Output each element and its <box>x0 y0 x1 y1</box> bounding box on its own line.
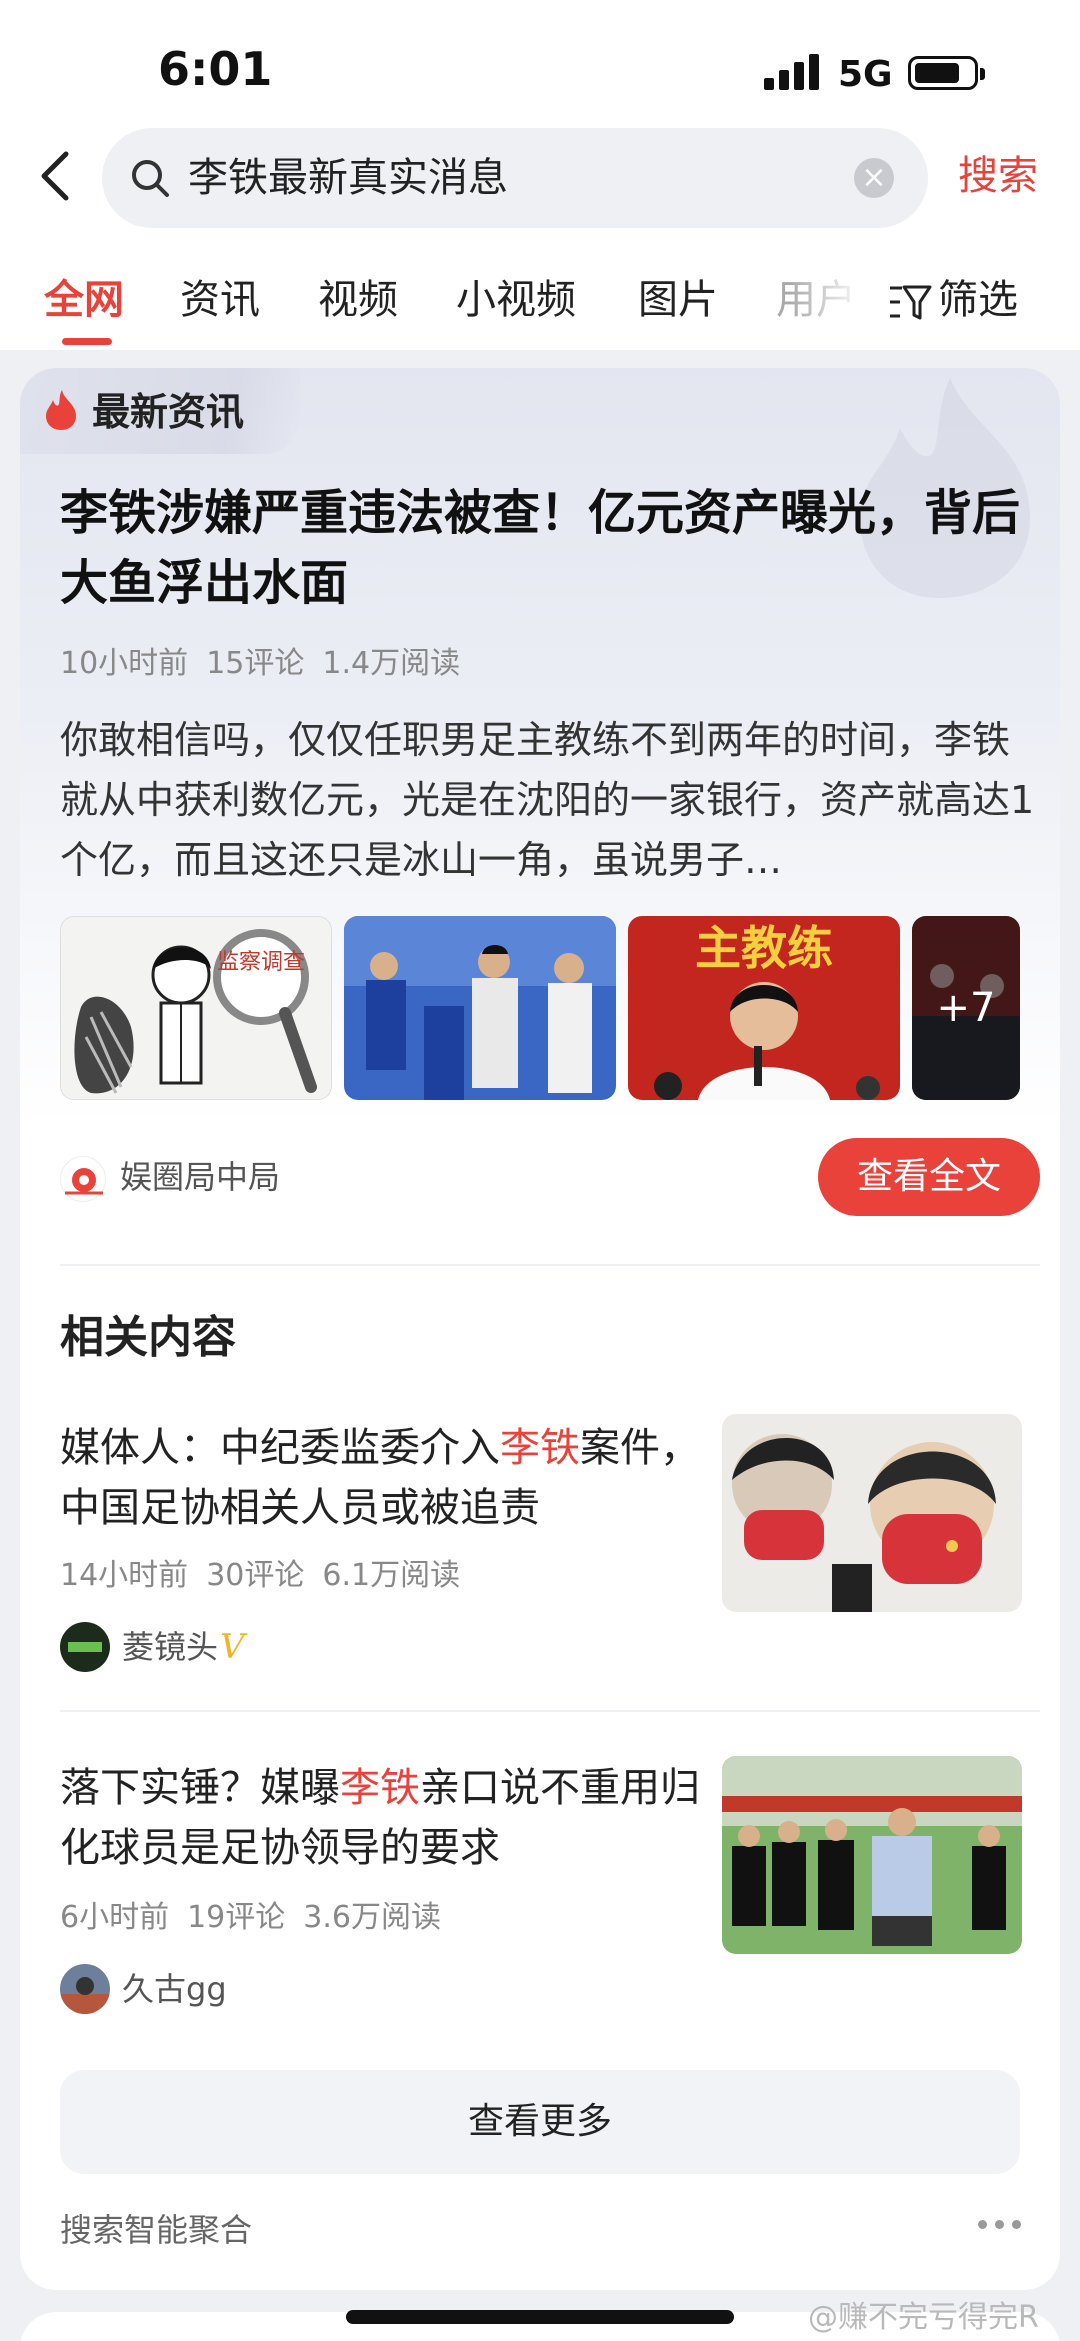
filter-label: 筛选 <box>938 277 1018 323</box>
item-comments: 30评论 <box>206 1558 305 1593</box>
item-comments: 19评论 <box>187 1900 286 1935</box>
item-reads: 3.6万阅读 <box>303 1900 441 1935</box>
source-logo-icon <box>60 1156 106 1202</box>
title-text: 媒体人：中纪委监委介入 <box>60 1425 500 1471</box>
image-caption: 监察调查 <box>217 950 305 975</box>
top-area: 6:01 5G 李铁最新真实消息 × 搜索 全网 资讯 视频 小视频 图片 用户… <box>0 0 1080 350</box>
tabs-fade <box>790 266 880 346</box>
battery-icon <box>908 56 985 90</box>
featured-image-2[interactable] <box>344 916 616 1100</box>
avatar <box>60 1964 110 2014</box>
clear-icon[interactable]: × <box>854 158 894 198</box>
fire-icon <box>46 390 76 430</box>
related-item-1-meta: 14小时前 30评论 6.1万阅读 <box>60 1556 478 1596</box>
tab-images[interactable]: 图片 <box>638 274 718 326</box>
featured-meta: 10小时前 15评论 1.4万阅读 <box>60 644 478 684</box>
related-item-2-meta: 6小时前 19评论 3.6万阅读 <box>60 1898 459 1938</box>
divider <box>60 1710 1040 1712</box>
status-time: 6:01 <box>158 42 273 96</box>
featured-summary[interactable]: 你敢相信吗，仅仅任职男足主教练不到两年的时间，李铁就从中获利数亿元，光是在沈阳的… <box>60 710 1035 890</box>
featured-time: 10小时前 <box>60 646 189 681</box>
featured-image-1[interactable]: 监察调查 <box>60 916 332 1100</box>
status-bar: 6:01 5G <box>0 0 1080 130</box>
result-card: 最新资讯 李铁涉嫌严重违法被查！亿元资产曝光，背后大鱼浮出水面 10小时前 15评… <box>20 368 1060 2290</box>
latest-news-badge: 最新资讯 <box>20 368 300 454</box>
badge-label: 最新资讯 <box>92 390 245 434</box>
avatar <box>60 1622 110 1672</box>
see-more-button[interactable]: 查看更多 <box>60 2070 1020 2174</box>
image-caption: 主教练 <box>695 921 833 975</box>
search-input[interactable]: 李铁最新真实消息 × <box>102 128 928 228</box>
featured-headline[interactable]: 李铁涉嫌严重违法被查！亿元资产曝光，背后大鱼浮出水面 <box>60 478 1020 618</box>
more-options-icon[interactable] <box>978 2220 1022 2232</box>
tab-news[interactable]: 资讯 <box>180 274 260 326</box>
network-type: 5G <box>838 54 893 95</box>
divider <box>60 1264 1040 1266</box>
item-time: 6小时前 <box>60 1900 170 1935</box>
title-text: 落下实锤？媒曝 <box>60 1765 340 1811</box>
tab-video[interactable]: 视频 <box>318 274 398 326</box>
author-name: 久古gg <box>122 1970 227 2008</box>
search-aggregation-label: 搜索智能聚合 <box>60 2211 253 2249</box>
back-icon[interactable] <box>36 146 76 206</box>
search-icon <box>128 156 172 200</box>
filter-button[interactable]: 筛选 <box>888 274 1018 326</box>
featured-image-more[interactable]: +7 <box>912 916 1020 1100</box>
tab-all[interactable]: 全网 <box>44 274 124 326</box>
related-item-2-title[interactable]: 落下实锤？媒曝李铁亲口说不重用归化球员是足协领导的要求 <box>60 1758 720 1878</box>
featured-comments: 15评论 <box>206 646 305 681</box>
featured-image-3[interactable]: 主教练 <box>628 916 900 1100</box>
related-item-1-title[interactable]: 媒体人：中纪委监委介入李铁案件，中国足协相关人员或被追责 <box>60 1418 700 1538</box>
item-time: 14小时前 <box>60 1558 189 1593</box>
keyword-highlight: 李铁 <box>340 1765 420 1811</box>
source-name: 娱圈局中局 <box>120 1158 281 1196</box>
keyword-highlight: 李铁 <box>500 1425 580 1471</box>
related-item-2-image[interactable] <box>722 1756 1022 1954</box>
home-indicator[interactable] <box>346 2310 734 2324</box>
signal-icon <box>764 54 822 90</box>
filter-icon <box>890 285 932 320</box>
featured-image-strip: 监察调查 主教练 +7 <box>60 916 1040 1100</box>
item-reads: 6.1万阅读 <box>322 1558 461 1593</box>
read-full-button[interactable]: 查看全文 <box>818 1138 1040 1216</box>
watermark: @赚不完亏得完R <box>808 2300 1039 2335</box>
search-button[interactable]: 搜索 <box>958 146 1038 206</box>
related-item-1-image[interactable] <box>722 1414 1022 1612</box>
category-tabs: 全网 资讯 视频 小视频 图片 用户 筛选 <box>0 266 1080 346</box>
related-section-title: 相关内容 <box>60 1312 236 1363</box>
verified-badge: V <box>220 1627 245 1667</box>
active-tab-indicator <box>62 338 112 345</box>
author-name: 菱镜头 <box>122 1628 219 1666</box>
search-query: 李铁最新真实消息 <box>188 155 508 201</box>
tab-short-video[interactable]: 小视频 <box>456 274 576 326</box>
more-images-count: +7 <box>912 916 1020 1100</box>
featured-reads: 1.4万阅读 <box>322 646 461 681</box>
